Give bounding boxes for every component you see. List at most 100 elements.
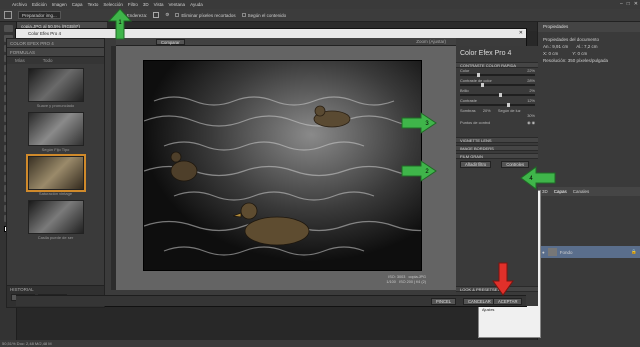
recipe-thumbnail[interactable]: Según Fijo Tipo (27, 112, 84, 152)
ok-button[interactable]: ACEPTAR (493, 298, 523, 305)
section-image-borders[interactable]: IMAGE BORDERS (456, 145, 538, 151)
menu-filtro[interactable]: Filtro (128, 2, 138, 7)
tutorial-arrow-down-red (492, 262, 514, 296)
brush-button[interactable]: PINCEL (431, 298, 457, 305)
grid-icon[interactable] (153, 12, 160, 18)
plugin-name: Color Efex Pro 4 (456, 46, 538, 62)
y-value[interactable]: Y: 0 cm (572, 50, 587, 57)
properties-tab[interactable]: Propiedades (538, 22, 640, 32)
slider-label: Brillo (460, 88, 469, 93)
control-points-row: Puntos de control ◉ ◉ (456, 120, 538, 128)
tutorial-arrow-left: 4 (520, 166, 556, 190)
cancel-button[interactable]: CANCELAR (463, 298, 496, 305)
slider-handle[interactable] (499, 93, 502, 97)
image-caption: ISO: 3003 copia.JPG 1/100 ISO 200 | f/4 … (386, 275, 426, 284)
shadows-highlights-row: Sombras 20% Según de luz 30% (456, 108, 538, 120)
recipe-thumbnail[interactable]: Suave y pronunciado (27, 68, 84, 108)
tab-canales[interactable]: Canales (573, 187, 590, 196)
tutorial-arrow-right: 3 (401, 112, 437, 134)
document-properties-title: Propiedades del documento (543, 37, 600, 42)
control-points-toggle[interactable]: ◉ ◉ (527, 120, 535, 126)
x-value[interactable]: X: 0 cm (543, 50, 558, 57)
recipe-label: Casila puede de ser (37, 235, 74, 240)
properties-panel: Propiedades del documento An.: 9,91 cm A… (538, 32, 640, 68)
close-icon[interactable]: ✕ (634, 1, 638, 7)
preview-image[interactable] (143, 60, 422, 271)
slider-label: Contraste de color (460, 78, 492, 83)
layer-name[interactable]: Fondo (560, 250, 573, 255)
content-aware-checkbox[interactable]: Según el contenido (241, 13, 286, 18)
slider-track[interactable] (460, 83, 535, 87)
menu-archivo[interactable]: Archivo (12, 2, 27, 7)
slider-row: Contraste de color 28% (456, 78, 538, 88)
recipe-tabs: Mías Todo (7, 57, 104, 64)
menu-imagen[interactable]: Imagen (52, 2, 67, 7)
status-bar: 50,51% Doc: 2,48 M/2,48 M (0, 340, 640, 347)
crop-tool-icon[interactable] (4, 11, 12, 19)
section-vignette[interactable]: VIGNETTE LENS (456, 137, 538, 143)
width-value[interactable]: An.: 9,91 cm (543, 43, 568, 50)
compare-button[interactable]: Comparar (156, 38, 185, 45)
luces-value: 30% (527, 113, 535, 118)
slider-label: Contraste (460, 98, 477, 103)
slider-label: Color (460, 68, 470, 73)
delete-cropped-checkbox[interactable]: Eliminar píxeles recortados (175, 13, 236, 18)
slider-row: Contraste 12% (456, 98, 538, 108)
recipe-thumbnail[interactable]: Casila puede de ser (27, 200, 84, 240)
slider-track[interactable] (460, 93, 535, 97)
close-icon[interactable]: ✕ (519, 30, 523, 36)
slider-handle[interactable] (481, 83, 484, 87)
sombras-label: Sombras (460, 108, 476, 113)
options-bar: Preparador img... Endereza: ⚙ Eliminar p… (0, 9, 640, 22)
window-title: Color Efex Pro 4 (16, 29, 526, 38)
recipe-label: Saturación vintage (38, 191, 73, 196)
slider-handle[interactable] (506, 103, 510, 107)
sombras-value: 20% (482, 108, 491, 113)
history-item[interactable]: Ajustes (479, 308, 540, 314)
recipe-label: Según Fijo Tipo (41, 147, 70, 152)
slider-row: Color 22% (456, 68, 538, 78)
maximize-icon[interactable]: □ (627, 1, 630, 7)
tutorial-arrow-right: 2 (401, 160, 437, 182)
recipe-thumbnail-selected[interactable]: Saturación vintage (25, 154, 86, 196)
tab-todo[interactable]: Todo (43, 57, 53, 64)
recipes-panel: COLOR EFEX PRO 4 FORMULAS Mías Todo Suav… (6, 38, 105, 308)
zoom-select[interactable]: Zoom (Ajustar) (416, 38, 446, 46)
control-points-label: Puntos de control (460, 120, 491, 125)
layer-row[interactable]: ● Fondo 🔒 (538, 246, 640, 258)
menu-texto[interactable]: Texto (88, 2, 99, 7)
tutorial-arrow-up: 1 (108, 8, 132, 40)
menu-ventana[interactable]: Ventana (169, 2, 186, 7)
move-tool-icon[interactable] (3, 25, 13, 32)
menu-vista[interactable]: Vista (154, 2, 164, 7)
eye-icon[interactable]: ● (542, 250, 545, 255)
height-value[interactable]: Al.: 7,2 cm (576, 43, 597, 50)
color-efex-window: Color Efex Pro 4 ✕ COLOR EFEX PRO 4 FORM… (6, 28, 538, 308)
minimize-icon[interactable]: – (620, 1, 623, 7)
menu-3d[interactable]: 3D (143, 2, 149, 7)
slider-handle[interactable] (476, 73, 480, 77)
slider-row: Brillo 2% (456, 88, 538, 98)
add-filter-button[interactable]: Añadir filtro (460, 161, 492, 168)
luces-label: Según de luz (497, 108, 521, 113)
menu-seleccion[interactable]: Selección (103, 2, 123, 7)
ducks-photo (144, 61, 421, 270)
preset-select[interactable]: Preparador img... (18, 11, 61, 19)
window-controls: – □ ✕ (620, 1, 638, 7)
gear-icon[interactable]: ⚙ (165, 12, 169, 18)
recipe-label: Suave y pronunciado (36, 103, 75, 108)
menu-capa[interactable]: Capa (72, 2, 83, 7)
panel-header: COLOR EFEX PRO 4 (7, 39, 104, 48)
layer-thumbnail (547, 248, 557, 256)
view-toolbar: Comparar Zoom (Ajustar) (116, 38, 456, 46)
resolution-value: Resolución: 350 píxeles/pulgada (543, 58, 609, 63)
bottom-bar: PINCEL CANCELAR ACEPTAR (16, 295, 526, 306)
tab-mias[interactable]: Mías (15, 57, 25, 64)
menu-ayuda[interactable]: Ayuda (190, 2, 203, 7)
slider-track[interactable] (460, 73, 535, 77)
menu-edicion[interactable]: Edición (32, 2, 47, 7)
slider-track[interactable] (460, 103, 535, 107)
menu-bar: Archivo Edición Imagen Capa Texto Selecc… (0, 0, 640, 9)
history-label: HISTORIAL (10, 287, 34, 292)
recipes-header: FORMULAS (7, 48, 104, 57)
